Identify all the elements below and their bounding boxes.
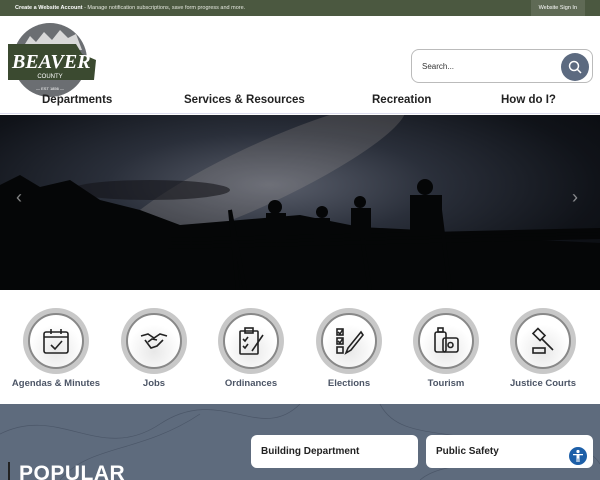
svg-text:COUNTY: COUNTY <box>37 74 62 80</box>
next-slide-icon[interactable]: › <box>572 187 578 208</box>
nav-departments[interactable]: Departments <box>42 94 112 106</box>
quick-link-agendas-minutes[interactable]: Agendas & Minutes <box>6 300 106 389</box>
ballot-checklist-icon <box>336 328 364 355</box>
search-box[interactable]: Search... <box>411 49 593 83</box>
header: BEAVER COUNTY — EST 1856 — Search... <box>0 16 600 97</box>
calendar-check-icon <box>43 329 69 354</box>
svg-text:BEAVER: BEAVER <box>11 51 91 73</box>
quick-link-tourism[interactable]: Tourism <box>396 300 496 389</box>
popular-title: POPULAR <box>8 462 125 480</box>
quick-link-justice-courts[interactable]: Justice Courts <box>493 300 593 389</box>
previous-slide-icon[interactable]: ‹ <box>16 187 22 208</box>
gavel-icon <box>531 327 554 354</box>
clipboard-pen-icon <box>239 327 264 355</box>
create-account-link[interactable]: Create a Website Account <box>15 5 83 11</box>
building-department-button[interactable]: Building Department <box>251 435 418 468</box>
nav-services-resources[interactable]: Services & Resources <box>184 94 305 106</box>
hero-slideshow: ‹ › <box>0 115 600 290</box>
hero-image <box>0 115 600 290</box>
quick-links: Agendas & Minutes Jobs Ordinances Electi… <box>0 300 600 400</box>
nav-how-do-i[interactable]: How do I? <box>501 94 556 106</box>
website-sign-in-button[interactable]: Website Sign In <box>530 0 585 16</box>
accessibility-icon <box>573 449 583 462</box>
top-bar: Create a Website Account - Manage notifi… <box>0 0 600 16</box>
quick-link-ordinances[interactable]: Ordinances <box>201 300 301 389</box>
quick-link-elections[interactable]: Elections <box>299 300 399 389</box>
main-nav: Departments Services & Resources Recreat… <box>0 86 600 114</box>
search-icon <box>568 60 582 74</box>
search-button[interactable] <box>561 53 589 81</box>
popular-section: POPULAR Building Department Public Safet… <box>0 404 600 480</box>
quick-link-jobs[interactable]: Jobs <box>104 300 204 389</box>
luggage-icon <box>434 327 459 353</box>
account-description: - Manage notification subscriptions, sav… <box>82 5 246 11</box>
nav-recreation[interactable]: Recreation <box>372 94 431 106</box>
search-input[interactable]: Search... <box>422 62 454 71</box>
accessibility-button[interactable] <box>568 446 588 466</box>
handshake-icon <box>140 333 168 349</box>
